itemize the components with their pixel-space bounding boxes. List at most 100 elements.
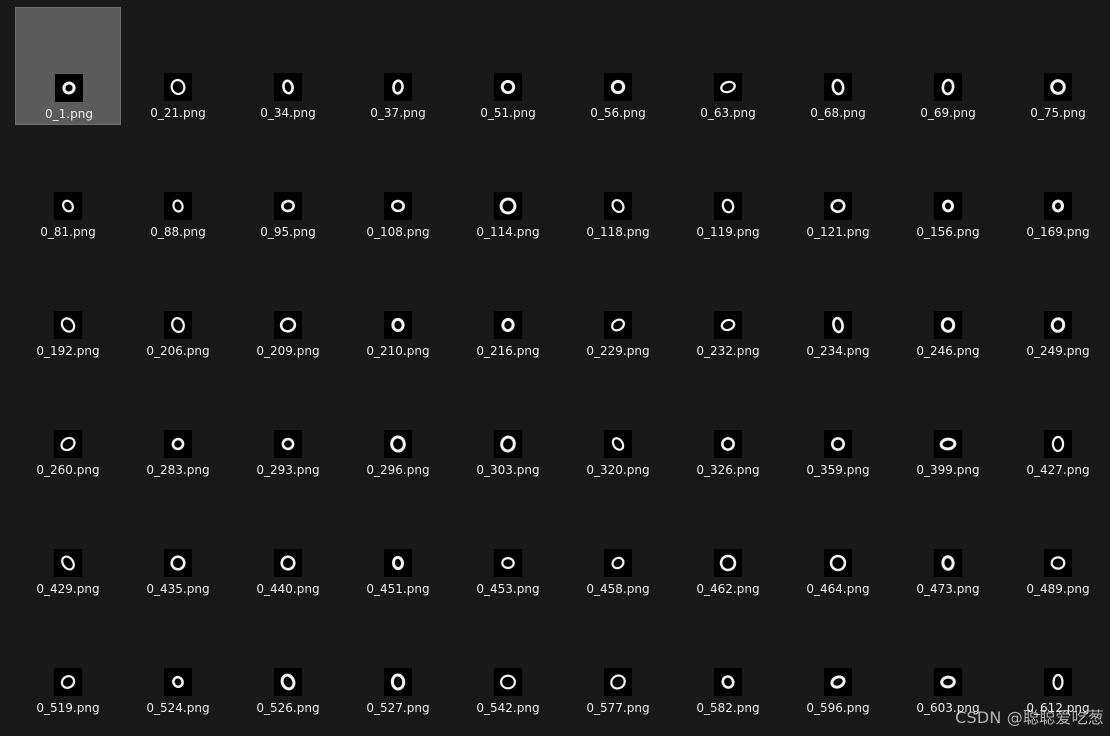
file-item[interactable]: 0_440.png (235, 483, 341, 601)
file-item[interactable]: 0_435.png (125, 483, 231, 601)
file-item[interactable]: 0_246.png (895, 245, 1001, 363)
digit-thumbnail (604, 311, 632, 339)
digit-thumbnail (714, 549, 742, 577)
file-item[interactable]: 0_121.png (785, 126, 891, 244)
digit-thumbnail (494, 668, 522, 696)
file-item[interactable]: 0_209.png (235, 245, 341, 363)
file-name: 0_524.png (146, 701, 210, 715)
digit-thumbnail (934, 549, 962, 577)
file-name: 0_114.png (476, 225, 540, 239)
digit-thumbnail (54, 192, 82, 220)
file-item[interactable]: 0_283.png (125, 364, 231, 482)
file-item[interactable]: 0_603.png (895, 602, 1001, 720)
file-item[interactable]: 0_234.png (785, 245, 891, 363)
file-item[interactable]: 0_34.png (235, 7, 341, 125)
file-item[interactable]: 0_489.png (1005, 483, 1110, 601)
file-name: 0_458.png (586, 582, 650, 596)
file-item[interactable]: 0_1.png (15, 7, 121, 125)
digit-thumbnail (274, 430, 302, 458)
file-item[interactable]: 0_473.png (895, 483, 1001, 601)
digit-thumbnail (934, 430, 962, 458)
file-name: 0_399.png (916, 463, 980, 477)
file-item[interactable]: 0_526.png (235, 602, 341, 720)
file-item[interactable]: 0_119.png (675, 126, 781, 244)
file-name: 0_462.png (696, 582, 760, 596)
digit-thumbnail (54, 668, 82, 696)
file-name: 0_526.png (256, 701, 320, 715)
file-item[interactable]: 0_293.png (235, 364, 341, 482)
file-name: 0_320.png (586, 463, 650, 477)
file-item[interactable]: 0_21.png (125, 7, 231, 125)
file-item[interactable]: 0_114.png (455, 126, 561, 244)
file-item[interactable]: 0_56.png (565, 7, 671, 125)
file-item[interactable]: 0_577.png (565, 602, 671, 720)
file-item[interactable]: 0_210.png (345, 245, 451, 363)
digit-thumbnail (164, 73, 192, 101)
file-item[interactable]: 0_69.png (895, 7, 1001, 125)
file-item[interactable]: 0_519.png (15, 602, 121, 720)
file-item[interactable]: 0_37.png (345, 7, 451, 125)
file-item[interactable]: 0_527.png (345, 602, 451, 720)
file-item[interactable]: 0_156.png (895, 126, 1001, 244)
file-item[interactable]: 0_249.png (1005, 245, 1110, 363)
file-item[interactable]: 0_303.png (455, 364, 561, 482)
file-item[interactable]: 0_451.png (345, 483, 451, 601)
digit-thumbnail (274, 668, 302, 696)
file-item[interactable]: 0_320.png (565, 364, 671, 482)
file-item[interactable]: 0_88.png (125, 126, 231, 244)
file-item[interactable]: 0_427.png (1005, 364, 1110, 482)
file-item[interactable]: 0_81.png (15, 126, 121, 244)
digit-thumbnail (934, 311, 962, 339)
file-item[interactable]: 0_296.png (345, 364, 451, 482)
file-item[interactable]: 0_232.png (675, 245, 781, 363)
file-item[interactable]: 0_612.png (1005, 602, 1110, 720)
file-item[interactable]: 0_75.png (1005, 7, 1110, 125)
digit-thumbnail (1044, 668, 1072, 696)
file-item[interactable]: 0_464.png (785, 483, 891, 601)
digit-thumbnail (824, 430, 852, 458)
digit-thumbnail (604, 549, 632, 577)
file-item[interactable]: 0_399.png (895, 364, 1001, 482)
file-item[interactable]: 0_542.png (455, 602, 561, 720)
file-name: 0_216.png (476, 344, 540, 358)
file-item[interactable]: 0_108.png (345, 126, 451, 244)
file-item[interactable]: 0_68.png (785, 7, 891, 125)
digit-thumbnail (54, 549, 82, 577)
file-item[interactable]: 0_95.png (235, 126, 341, 244)
file-item[interactable]: 0_453.png (455, 483, 561, 601)
file-item[interactable]: 0_462.png (675, 483, 781, 601)
file-item[interactable]: 0_582.png (675, 602, 781, 720)
file-item[interactable]: 0_63.png (675, 7, 781, 125)
digit-thumbnail (934, 73, 962, 101)
file-name: 0_542.png (476, 701, 540, 715)
file-item[interactable]: 0_524.png (125, 602, 231, 720)
file-name: 0_326.png (696, 463, 760, 477)
file-item[interactable]: 0_326.png (675, 364, 781, 482)
file-item[interactable]: 0_229.png (565, 245, 671, 363)
file-name: 0_283.png (146, 463, 210, 477)
digit-thumbnail (714, 668, 742, 696)
file-name: 0_56.png (590, 106, 646, 120)
digit-thumbnail (54, 311, 82, 339)
file-name: 0_95.png (260, 225, 316, 239)
file-item[interactable]: 0_429.png (15, 483, 121, 601)
file-name: 0_156.png (916, 225, 980, 239)
digit-thumbnail (164, 549, 192, 577)
file-name: 0_519.png (36, 701, 100, 715)
file-item[interactable]: 0_192.png (15, 245, 121, 363)
file-item[interactable]: 0_169.png (1005, 126, 1110, 244)
file-item[interactable]: 0_260.png (15, 364, 121, 482)
digit-thumbnail (164, 668, 192, 696)
file-name: 0_88.png (150, 225, 206, 239)
file-item[interactable]: 0_359.png (785, 364, 891, 482)
file-name: 0_577.png (586, 701, 650, 715)
file-item[interactable]: 0_206.png (125, 245, 231, 363)
file-name: 0_210.png (366, 344, 430, 358)
file-item[interactable]: 0_118.png (565, 126, 671, 244)
file-item[interactable]: 0_458.png (565, 483, 671, 601)
file-item[interactable]: 0_596.png (785, 602, 891, 720)
digit-thumbnail (55, 74, 83, 102)
file-grid: 0_1.png 0_21.png 0_34.png 0_37.png 0_51.png 0… (0, 0, 1110, 736)
file-item[interactable]: 0_216.png (455, 245, 561, 363)
file-item[interactable]: 0_51.png (455, 7, 561, 125)
